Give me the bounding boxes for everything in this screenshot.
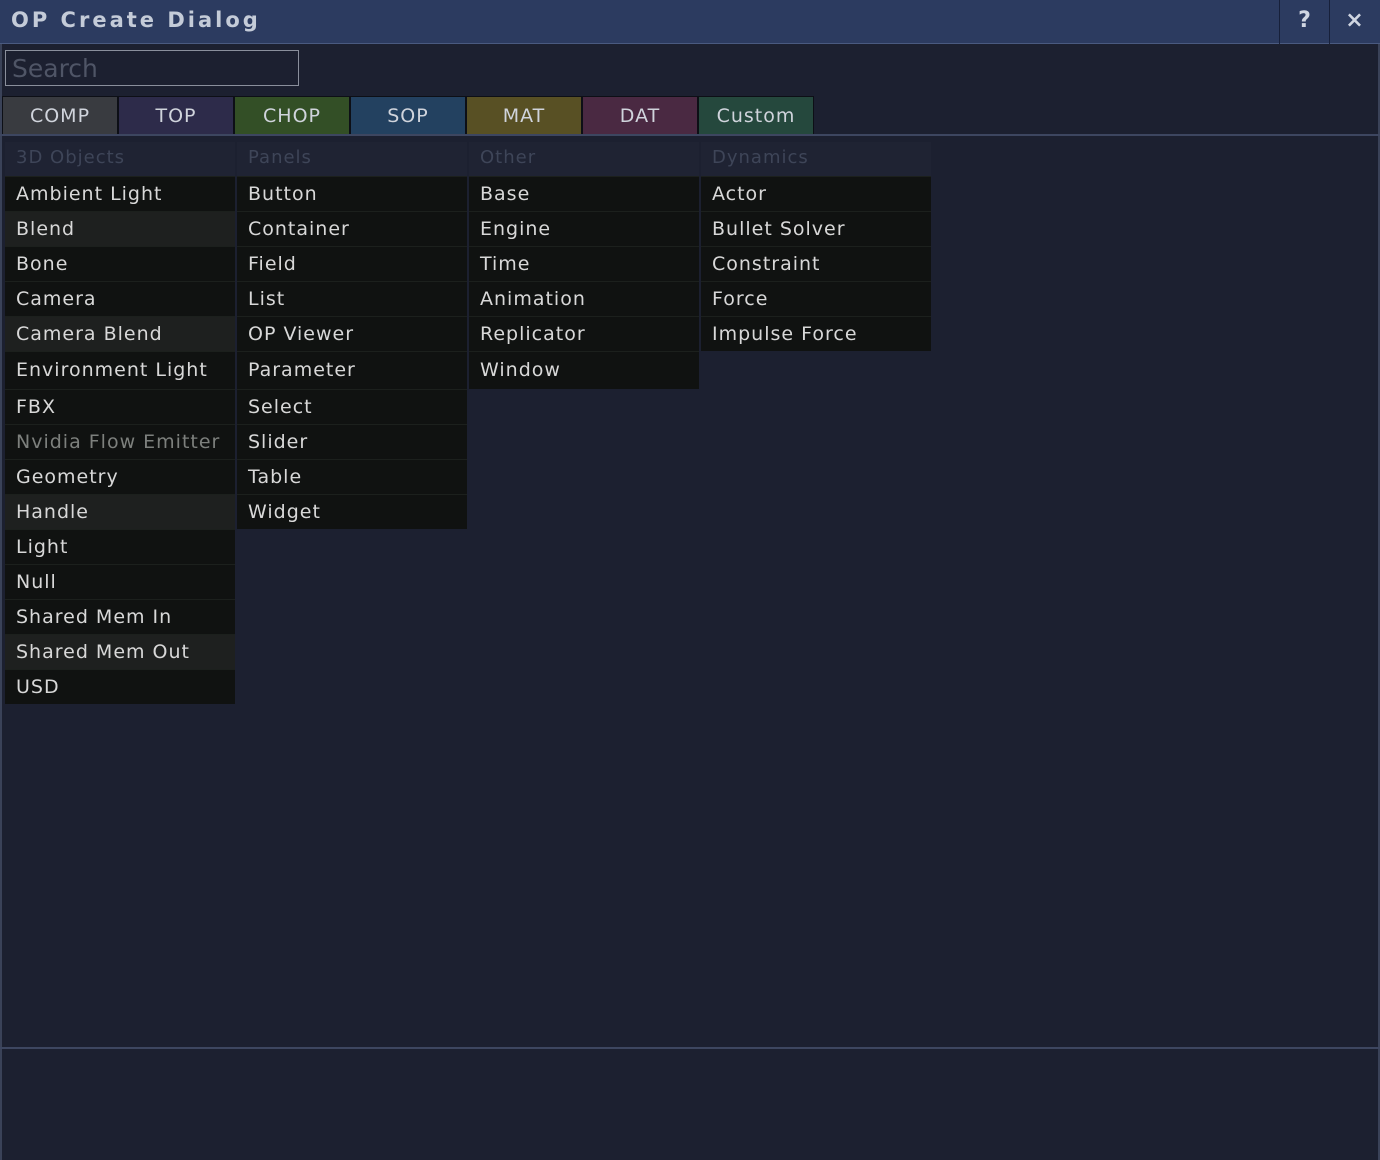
op-camera[interactable]: Camera (5, 281, 235, 316)
tab-chop[interactable]: CHOP (234, 96, 350, 135)
op-base[interactable]: Base (469, 176, 699, 211)
column-header: Dynamics (701, 142, 931, 176)
column-header: Other (469, 142, 699, 176)
column-3d-objects: 3D Objects Ambient Light Blend Bone Came… (5, 142, 235, 704)
column-header: Panels (237, 142, 467, 176)
op-light[interactable]: Light (5, 529, 235, 564)
op-geometry[interactable]: Geometry (5, 459, 235, 494)
op-widget[interactable]: Widget (237, 494, 467, 529)
op-op-viewer[interactable]: OP Viewer (237, 316, 467, 351)
op-usd[interactable]: USD (5, 669, 235, 704)
op-null[interactable]: Null (5, 564, 235, 599)
op-animation[interactable]: Animation (469, 281, 699, 316)
op-blend[interactable]: Blend (5, 211, 235, 246)
op-actor[interactable]: Actor (701, 176, 931, 211)
op-bullet-solver[interactable]: Bullet Solver (701, 211, 931, 246)
op-list[interactable]: List (237, 281, 467, 316)
footer-divider (0, 1047, 1380, 1049)
op-nvidia-flow-emitter[interactable]: Nvidia Flow Emitter (5, 424, 235, 459)
op-constraint[interactable]: Constraint (701, 246, 931, 281)
op-force[interactable]: Force (701, 281, 931, 316)
op-window[interactable]: Window (469, 351, 699, 389)
op-button[interactable]: Button (237, 176, 467, 211)
op-engine[interactable]: Engine (469, 211, 699, 246)
op-shared-mem-in[interactable]: Shared Mem In (5, 599, 235, 634)
window-title: OP Create Dialog (11, 8, 261, 32)
help-button[interactable]: ? (1279, 0, 1329, 44)
op-handle[interactable]: Handle (5, 494, 235, 529)
op-replicator[interactable]: Replicator (469, 316, 699, 351)
op-field[interactable]: Field (237, 246, 467, 281)
tab-dat[interactable]: DAT (582, 96, 698, 135)
column-panels: Panels Button Container Field List OP Vi… (237, 142, 467, 529)
column-other: Other Base Engine Time Animation Replica… (469, 142, 699, 389)
op-camera-blend[interactable]: Camera Blend (5, 316, 235, 351)
op-impulse-force[interactable]: Impulse Force (701, 316, 931, 351)
op-time[interactable]: Time (469, 246, 699, 281)
title-bar: OP Create Dialog ? × (0, 0, 1380, 44)
window-border-left (0, 44, 2, 1160)
tab-custom[interactable]: Custom (698, 96, 814, 135)
op-table[interactable]: Table (237, 459, 467, 494)
search-input[interactable] (5, 50, 299, 86)
op-slider[interactable]: Slider (237, 424, 467, 459)
tabs-divider (0, 134, 1380, 136)
column-dynamics: Dynamics Actor Bullet Solver Constraint … (701, 142, 931, 351)
op-shared-mem-out[interactable]: Shared Mem Out (5, 634, 235, 669)
close-button[interactable]: × (1329, 0, 1379, 44)
op-parameter[interactable]: Parameter (237, 351, 467, 389)
op-bone[interactable]: Bone (5, 246, 235, 281)
tab-comp[interactable]: COMP (2, 96, 118, 135)
op-environment-light[interactable]: Environment Light (5, 351, 235, 389)
column-header: 3D Objects (5, 142, 235, 176)
op-container[interactable]: Container (237, 211, 467, 246)
tab-sop[interactable]: SOP (350, 96, 466, 135)
op-fbx[interactable]: FBX (5, 389, 235, 424)
tab-top[interactable]: TOP (118, 96, 234, 135)
op-ambient-light[interactable]: Ambient Light (5, 176, 235, 211)
tab-mat[interactable]: MAT (466, 96, 582, 135)
op-select[interactable]: Select (237, 389, 467, 424)
